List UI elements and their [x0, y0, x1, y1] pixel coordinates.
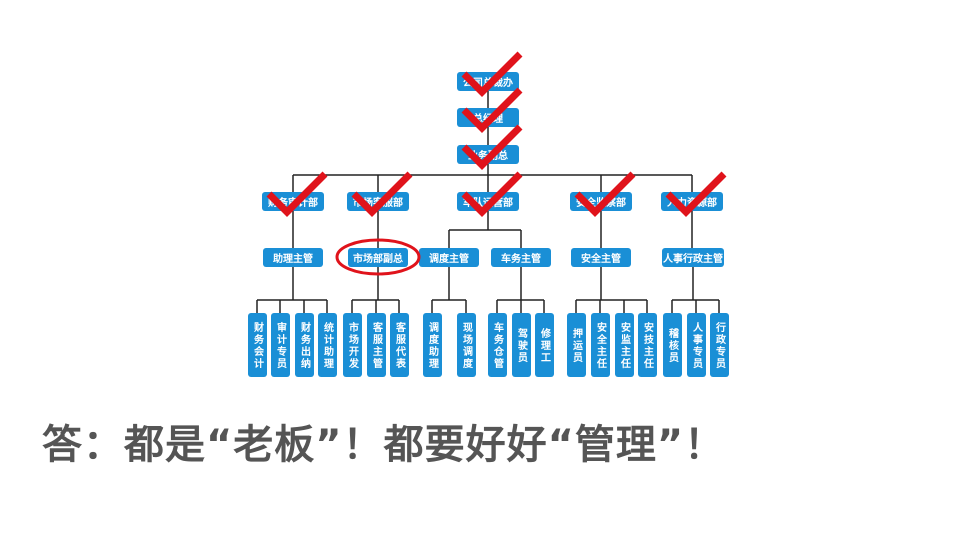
department-node: 财务审计部: [262, 192, 324, 211]
manager-node: 安全主管: [571, 248, 631, 267]
staff-node: 车务仓管: [487, 313, 507, 377]
staff-node: 财务会计: [247, 313, 267, 377]
staff-node: 市场开发: [342, 313, 362, 377]
staff-node: 人事专员: [686, 313, 706, 377]
staff-node: 安全主任: [590, 313, 610, 377]
staff-node: 安监主任: [614, 313, 634, 377]
staff-node: 审计专员: [270, 313, 290, 377]
staff-node: 客服代表: [389, 313, 409, 377]
department-node: 车队运营部: [457, 192, 519, 211]
staff-node: 财务出纳: [294, 313, 314, 377]
manager-node: 车务主管: [491, 248, 551, 267]
staff-node: 安技主任: [637, 313, 657, 377]
staff-node: 调度助理: [422, 313, 442, 377]
department-node: 市场客服部: [347, 192, 409, 211]
staff-node: 现场调度: [456, 313, 476, 377]
manager-node: 调度主管: [419, 248, 479, 267]
top-node: 公司总裁办: [457, 72, 519, 91]
department-node: 安全监察部: [570, 192, 632, 211]
staff-node: 驾驶员: [511, 313, 531, 377]
manager-node: 人事行政主管: [662, 248, 724, 267]
staff-node: 修理工: [534, 313, 554, 377]
manager-node: 市场部副总: [348, 248, 408, 267]
manager-node: 助理主管: [263, 248, 323, 267]
top-node: 业务副总: [457, 145, 519, 164]
top-node: 总经理: [457, 108, 519, 127]
staff-node: 稽核员: [662, 313, 682, 377]
answer-caption: 答：都是“老板”！都要好好“管理”！: [42, 422, 726, 468]
department-node: 人力资源部: [661, 192, 723, 211]
staff-node: 行政专员: [709, 313, 729, 377]
staff-node: 客服主管: [366, 313, 386, 377]
staff-node: 押运员: [566, 313, 586, 377]
staff-node: 统计助理: [317, 313, 337, 377]
